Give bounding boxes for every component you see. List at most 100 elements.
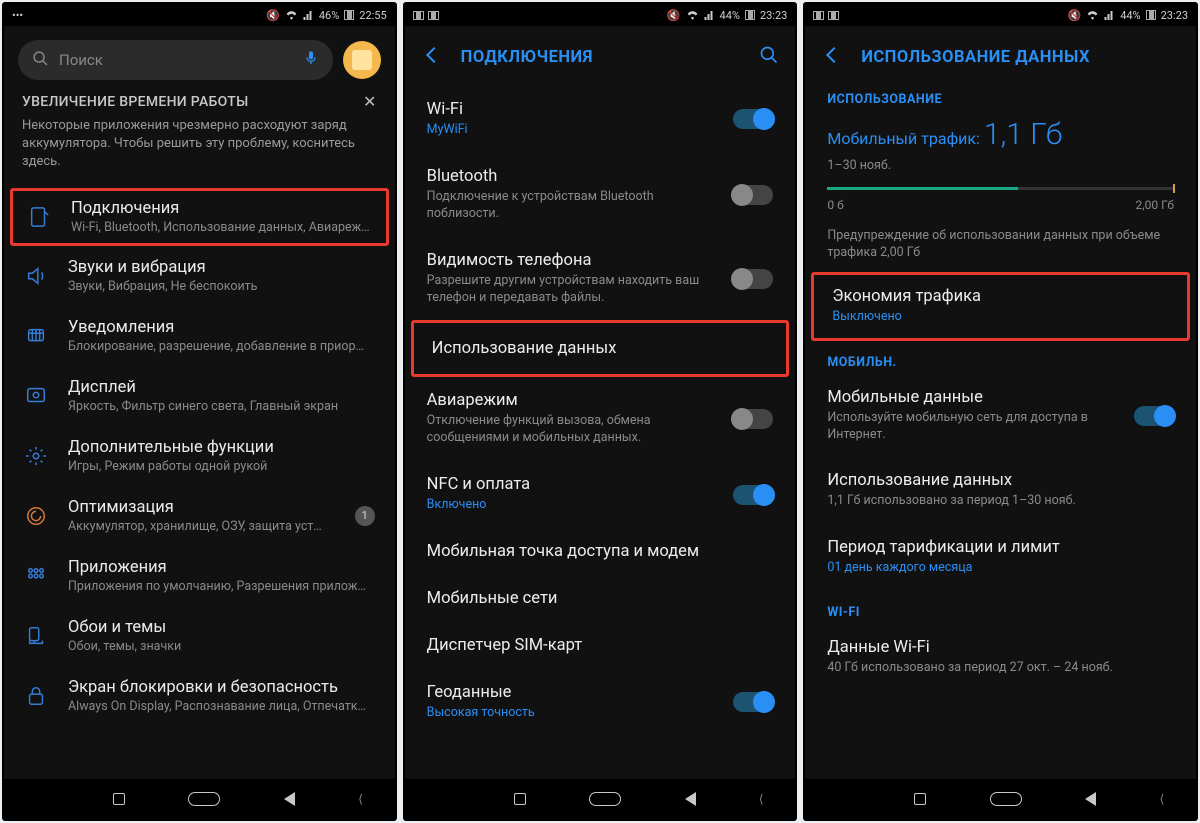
usage-summary[interactable]: Мобильный трафик: 1,1 Гб 1–30 нояб. 0 б …: [805, 111, 1196, 266]
signal-icon: [1104, 10, 1115, 20]
wifi-icon: [285, 10, 298, 20]
billing-cycle-item[interactable]: Период тарификации и лимит01 день каждог…: [805, 524, 1196, 591]
account-avatar[interactable]: [343, 41, 381, 79]
battery-icon: [344, 10, 354, 20]
conn-item-location[interactable]: ГеоданныеВысокая точность: [405, 669, 796, 736]
usage-period: 1–30 нояб.: [827, 158, 1174, 173]
battery-text: 44%: [720, 9, 740, 22]
nav-recents[interactable]: [514, 793, 526, 805]
signal-icon: [303, 10, 314, 20]
usage-value: 1,1 Гб: [984, 117, 1062, 152]
nav-back[interactable]: [1085, 792, 1096, 806]
nav-bar: ⟨: [405, 779, 796, 819]
usage-warning: Предупреждение об использовании данных п…: [827, 228, 1174, 262]
section-usage: ИСПОЛЬЗОВАНИЕ: [805, 86, 1196, 111]
settings-item-wallpapers[interactable]: Обои и темыОбои, темы, значки: [4, 606, 395, 666]
notification-icon: [22, 325, 50, 347]
nav-hide[interactable]: ⟨: [759, 792, 764, 806]
bluetooth-toggle[interactable]: [733, 185, 773, 205]
settings-item-connections[interactable]: Подключения Wi-Fi, Bluetooth, Использова…: [10, 188, 389, 246]
nav-hide[interactable]: ⟨: [358, 792, 363, 806]
nav-bar: ⟨: [805, 779, 1196, 819]
close-banner-icon[interactable]: ✕: [363, 92, 377, 111]
settings-item-notifications[interactable]: УведомленияБлокирование, разрешение, доб…: [4, 306, 395, 366]
battery-text: 44%: [1120, 9, 1140, 22]
nav-back[interactable]: [685, 792, 696, 806]
nav-home[interactable]: [990, 792, 1022, 806]
mobile-data-toggle[interactable]: [1134, 406, 1174, 426]
voice-search-icon[interactable]: [303, 49, 319, 71]
nav-bar: ⟨: [4, 779, 395, 819]
row-title: Подключения: [71, 199, 372, 218]
battery-tip-banner[interactable]: УВЕЛИЧЕНИЕ ВРЕМЕНИ РАБОТЫ ✕ Некоторые пр…: [4, 92, 395, 188]
nav-back[interactable]: [284, 792, 295, 806]
mute-icon: 🔇: [266, 9, 280, 22]
conn-item-bluetooth[interactable]: BluetoothПодключение к устройствам Bluet…: [405, 153, 796, 237]
section-mobile: МОБИЛЬН.: [805, 349, 1196, 374]
notif-icon: [828, 11, 839, 20]
mobile-data-item[interactable]: Мобильные данныеИспользуйте мобильную се…: [805, 374, 1196, 458]
notif-icon: [813, 11, 824, 20]
apps-icon: [22, 565, 50, 587]
clock: 23:23: [760, 9, 787, 22]
clock: 23:23: [1161, 9, 1188, 22]
connections-icon: [25, 206, 53, 228]
conn-item-mobile-networks[interactable]: Мобильные сети: [405, 575, 796, 622]
back-button[interactable]: [421, 44, 443, 70]
banner-body: Некоторые приложения чрезмерно расходуют…: [22, 117, 377, 172]
settings-item-sounds[interactable]: Звуки и вибрацияЗвуки, Вибрация, Не бесп…: [4, 246, 395, 306]
search-icon[interactable]: [759, 45, 779, 69]
conn-item-sim[interactable]: Диспетчер SIM-карт: [405, 622, 796, 669]
badge-count: 1: [355, 506, 375, 526]
status-bar: 🔇 44% 23:23: [405, 4, 796, 26]
sound-icon: [22, 265, 50, 287]
banner-title: УВЕЛИЧЕНИЕ ВРЕМЕНИ РАБОТЫ: [22, 94, 249, 110]
screenshot-connections: 🔇 44% 23:23 ПОДКЛЮЧЕНИЯ Wi-FiMyWiFi Blue…: [403, 2, 798, 821]
row-sub: Wi-Fi, Bluetooth, Использование данных, …: [71, 220, 372, 235]
settings-item-maintenance[interactable]: ОптимизацияАккумулятор, хранилище, ОЗУ, …: [4, 486, 395, 546]
scale-right: 2,00 Гб: [1136, 198, 1175, 212]
back-button[interactable]: [821, 44, 843, 70]
notif-icon: [428, 11, 439, 20]
lock-icon: [22, 685, 50, 707]
visibility-toggle[interactable]: [733, 269, 773, 289]
mobile-usage-item[interactable]: Использование данных1,1 Гб использовано …: [805, 457, 1196, 524]
wifi-toggle[interactable]: [733, 109, 773, 129]
conn-item-visibility[interactable]: Видимость телефонаРазрешите другим устро…: [405, 237, 796, 321]
wifi-data-item[interactable]: Данные Wi-Fi40 Гб использовано за период…: [805, 624, 1196, 691]
location-toggle[interactable]: [733, 692, 773, 712]
nav-hide[interactable]: ⟨: [1160, 792, 1165, 806]
mute-icon: 🔇: [667, 9, 681, 22]
screen-title: ИСПОЛЬЗОВАНИЕ ДАННЫХ: [861, 48, 1090, 67]
settings-item-display[interactable]: ДисплейЯркость, Фильтр синего света, Гла…: [4, 366, 395, 426]
conn-item-data-usage[interactable]: Использование данных: [411, 320, 790, 377]
conn-item-hotspot[interactable]: Мобильная точка доступа и модем: [405, 528, 796, 575]
wifi-icon: [1086, 10, 1099, 20]
battery-icon: [1146, 10, 1156, 20]
search-input[interactable]: Поиск: [18, 40, 333, 80]
status-bar: ••• 🔇 46% 22:55: [4, 4, 395, 26]
nav-home[interactable]: [589, 792, 621, 806]
battery-text: 46%: [319, 9, 339, 22]
settings-item-lockscreen[interactable]: Экран блокировки и безопасностьAlways On…: [4, 666, 395, 726]
conn-item-wifi[interactable]: Wi-FiMyWiFi: [405, 86, 796, 153]
data-saver-item[interactable]: Экономия трафика Выключено: [811, 272, 1190, 341]
section-wifi: WI-FI: [805, 599, 1196, 624]
wallpaper-icon: [22, 625, 50, 647]
nav-home[interactable]: [188, 792, 220, 806]
search-placeholder: Поиск: [59, 51, 103, 69]
battery-icon: [745, 10, 755, 20]
mute-icon: 🔇: [1067, 9, 1081, 22]
settings-item-advanced[interactable]: Дополнительные функцииИгры, Режим работы…: [4, 426, 395, 486]
nav-recents[interactable]: [113, 793, 125, 805]
conn-item-nfc[interactable]: NFC и оплатаВключено: [405, 461, 796, 528]
nfc-toggle[interactable]: [733, 485, 773, 505]
notif-icon: [413, 11, 424, 20]
screen-title: ПОДКЛЮЧЕНИЯ: [461, 48, 593, 67]
conn-item-airplane[interactable]: АвиарежимОтключение функций вызова, обме…: [405, 377, 796, 461]
airplane-toggle[interactable]: [733, 409, 773, 429]
advanced-icon: [22, 445, 50, 467]
nav-recents[interactable]: [914, 793, 926, 805]
usage-bar: [827, 187, 1174, 190]
settings-item-apps[interactable]: ПриложенияПриложения по умолчанию, Разре…: [4, 546, 395, 606]
